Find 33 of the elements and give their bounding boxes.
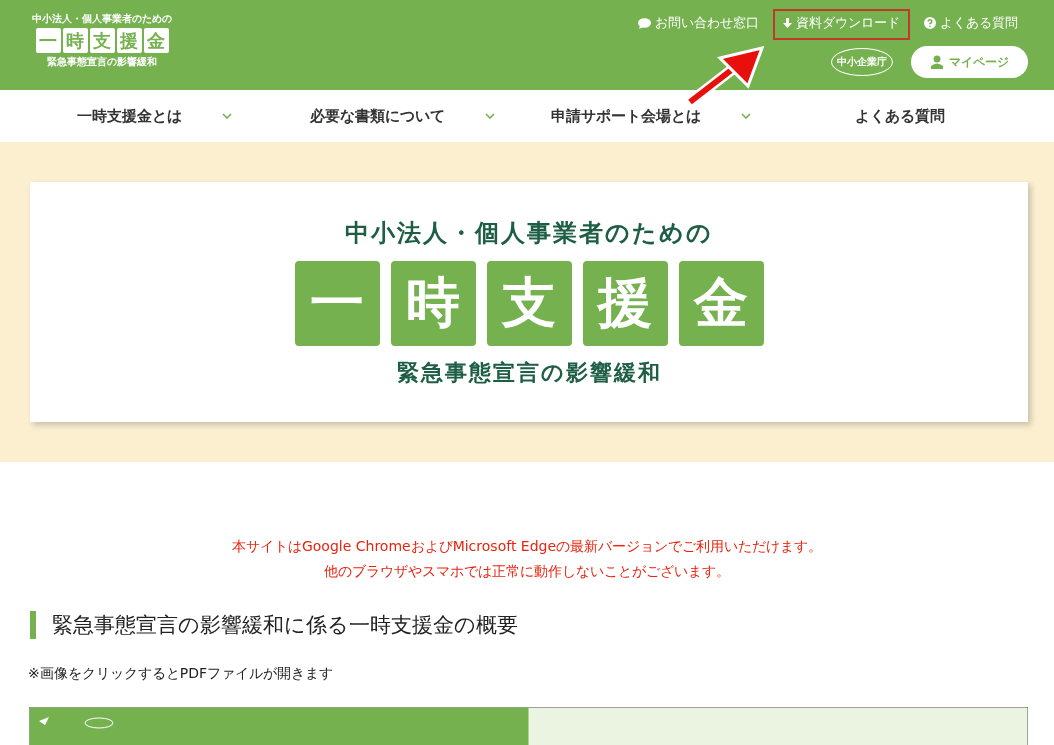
logo-tagline: 中小法人・個人事業者のための xyxy=(32,12,172,26)
hero-character: 支 xyxy=(486,260,572,346)
header-link[interactable]: 資料ダウンロード xyxy=(773,9,910,40)
nav-item[interactable]: 申請サポート会場とは xyxy=(527,106,776,126)
notice-text: 本サイトはGoogle ChromeおよびMicrosoft Edgeの最新バージョンでご利用いただけます。 xyxy=(231,538,823,556)
logo-character: 一 xyxy=(35,28,61,53)
notice-text: 他のブラウザやスマホでは正常に動作しないことがございます。 xyxy=(324,563,730,581)
section-heading: 緊急事態宣言の影響緩和に係る一時支援金の概要 xyxy=(30,611,1054,639)
header-link[interactable]: お問い合わせ窓口 xyxy=(628,9,769,40)
help-icon xyxy=(924,17,936,29)
header-link[interactable]: よくある質問 xyxy=(914,9,1028,40)
nav-item[interactable]: 一時支援金とは xyxy=(30,106,279,126)
hero-character: 時 xyxy=(390,260,476,346)
speech-bubble-icon xyxy=(638,17,651,29)
chevron-down-icon xyxy=(221,113,232,119)
logo-character: 時 xyxy=(62,28,88,53)
download-icon xyxy=(783,18,792,28)
hero-subtitle: 緊急事態宣言の影響緩和 xyxy=(396,358,662,387)
note-text: ※画像をクリックするとPDFファイルが開きます xyxy=(28,665,334,683)
nav-item[interactable]: よくある質問 xyxy=(775,106,1024,126)
logo-character: 援 xyxy=(116,28,142,53)
hero-character: 金 xyxy=(678,260,764,346)
hero-character: 援 xyxy=(582,260,668,346)
mypage-button[interactable]: マイページ xyxy=(911,46,1028,78)
chevron-down-icon xyxy=(741,113,752,119)
hero-character: 一 xyxy=(294,260,380,346)
logo-subtitle: 緊急事態宣言の影響緩和 xyxy=(47,55,157,69)
logo-character: 支 xyxy=(89,28,115,53)
logo-character: 金 xyxy=(143,28,169,53)
chevron-down-icon xyxy=(485,113,496,119)
hero-tagline: 中小法人・個人事業者のための xyxy=(345,217,713,249)
person-icon xyxy=(930,55,943,69)
nav-item[interactable]: 必要な書類について xyxy=(278,106,527,126)
